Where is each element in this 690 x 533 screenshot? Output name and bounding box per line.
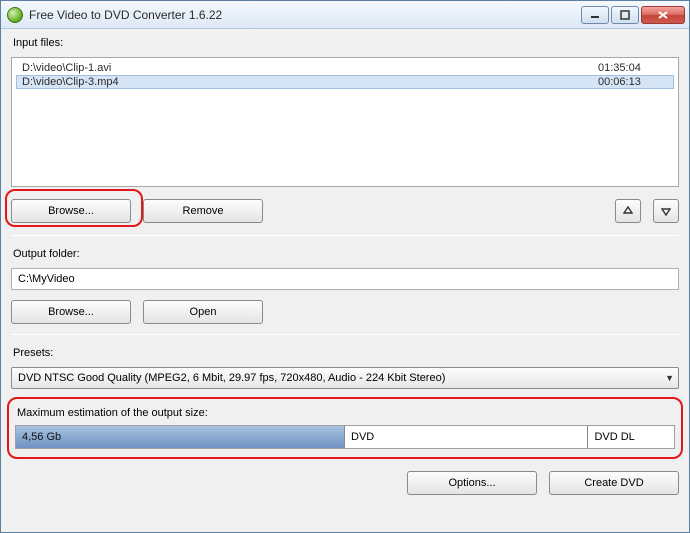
app-icon (7, 7, 23, 23)
input-files-list[interactable]: D:\video\Clip-1.avi 01:35:04 D:\video\Cl… (11, 57, 679, 187)
file-duration: 00:06:13 (598, 76, 668, 88)
output-folder-label: Output folder: (13, 248, 679, 260)
options-button[interactable]: Options... (407, 471, 537, 495)
window-title: Free Video to DVD Converter 1.6.22 (29, 8, 222, 22)
presets-dropdown[interactable]: DVD NTSC Good Quality (MPEG2, 6 Mbit, 29… (11, 367, 679, 389)
titlebar: Free Video to DVD Converter 1.6.22 (1, 1, 689, 29)
size-estimation-bar: 4,56 Gb DVD DVD DL (15, 425, 675, 449)
close-icon (657, 10, 669, 20)
arrow-down-icon (661, 206, 671, 216)
app-window: Free Video to DVD Converter 1.6.22 Input… (0, 0, 690, 533)
client-area: Input files: D:\video\Clip-1.avi 01:35:0… (1, 29, 689, 532)
maximize-button[interactable] (611, 6, 639, 24)
minimize-button[interactable] (581, 6, 609, 24)
file-path: D:\video\Clip-1.avi (22, 62, 598, 74)
estimation-section: Maximum estimation of the output size: 4… (11, 399, 679, 457)
input-buttons-row: Browse... Remove (11, 193, 679, 225)
arrow-up-icon (623, 206, 633, 216)
size-dvddl-marker: DVD DL (588, 426, 674, 448)
list-item[interactable]: D:\video\Clip-3.mp4 00:06:13 (16, 75, 674, 89)
browse-output-button[interactable]: Browse... (11, 300, 131, 324)
open-output-button[interactable]: Open (143, 300, 263, 324)
file-path: D:\video\Clip-3.mp4 (22, 76, 598, 88)
output-folder-input[interactable] (11, 268, 679, 290)
size-dvd-marker: DVD (345, 426, 588, 448)
move-down-button[interactable] (653, 199, 679, 223)
estimation-label: Maximum estimation of the output size: (17, 407, 675, 419)
minimize-icon (590, 10, 600, 20)
chevron-down-icon: ▼ (665, 373, 674, 383)
remove-button[interactable]: Remove (143, 199, 263, 223)
close-button[interactable] (641, 6, 685, 24)
divider (11, 334, 679, 335)
preset-selected: DVD NTSC Good Quality (MPEG2, 6 Mbit, 29… (18, 372, 445, 384)
input-files-label: Input files: (13, 37, 679, 49)
list-item[interactable]: D:\video\Clip-1.avi 01:35:04 (16, 61, 674, 75)
size-used: 4,56 Gb (16, 426, 345, 448)
browse-input-button[interactable]: Browse... (11, 199, 131, 223)
divider (11, 235, 679, 236)
create-dvd-button[interactable]: Create DVD (549, 471, 679, 495)
window-controls (581, 6, 685, 24)
file-duration: 01:35:04 (598, 62, 668, 74)
presets-label: Presets: (13, 347, 679, 359)
footer-buttons: Options... Create DVD (11, 471, 679, 495)
maximize-icon (620, 10, 630, 20)
move-up-button[interactable] (615, 199, 641, 223)
output-buttons-row: Browse... Open (11, 296, 679, 324)
